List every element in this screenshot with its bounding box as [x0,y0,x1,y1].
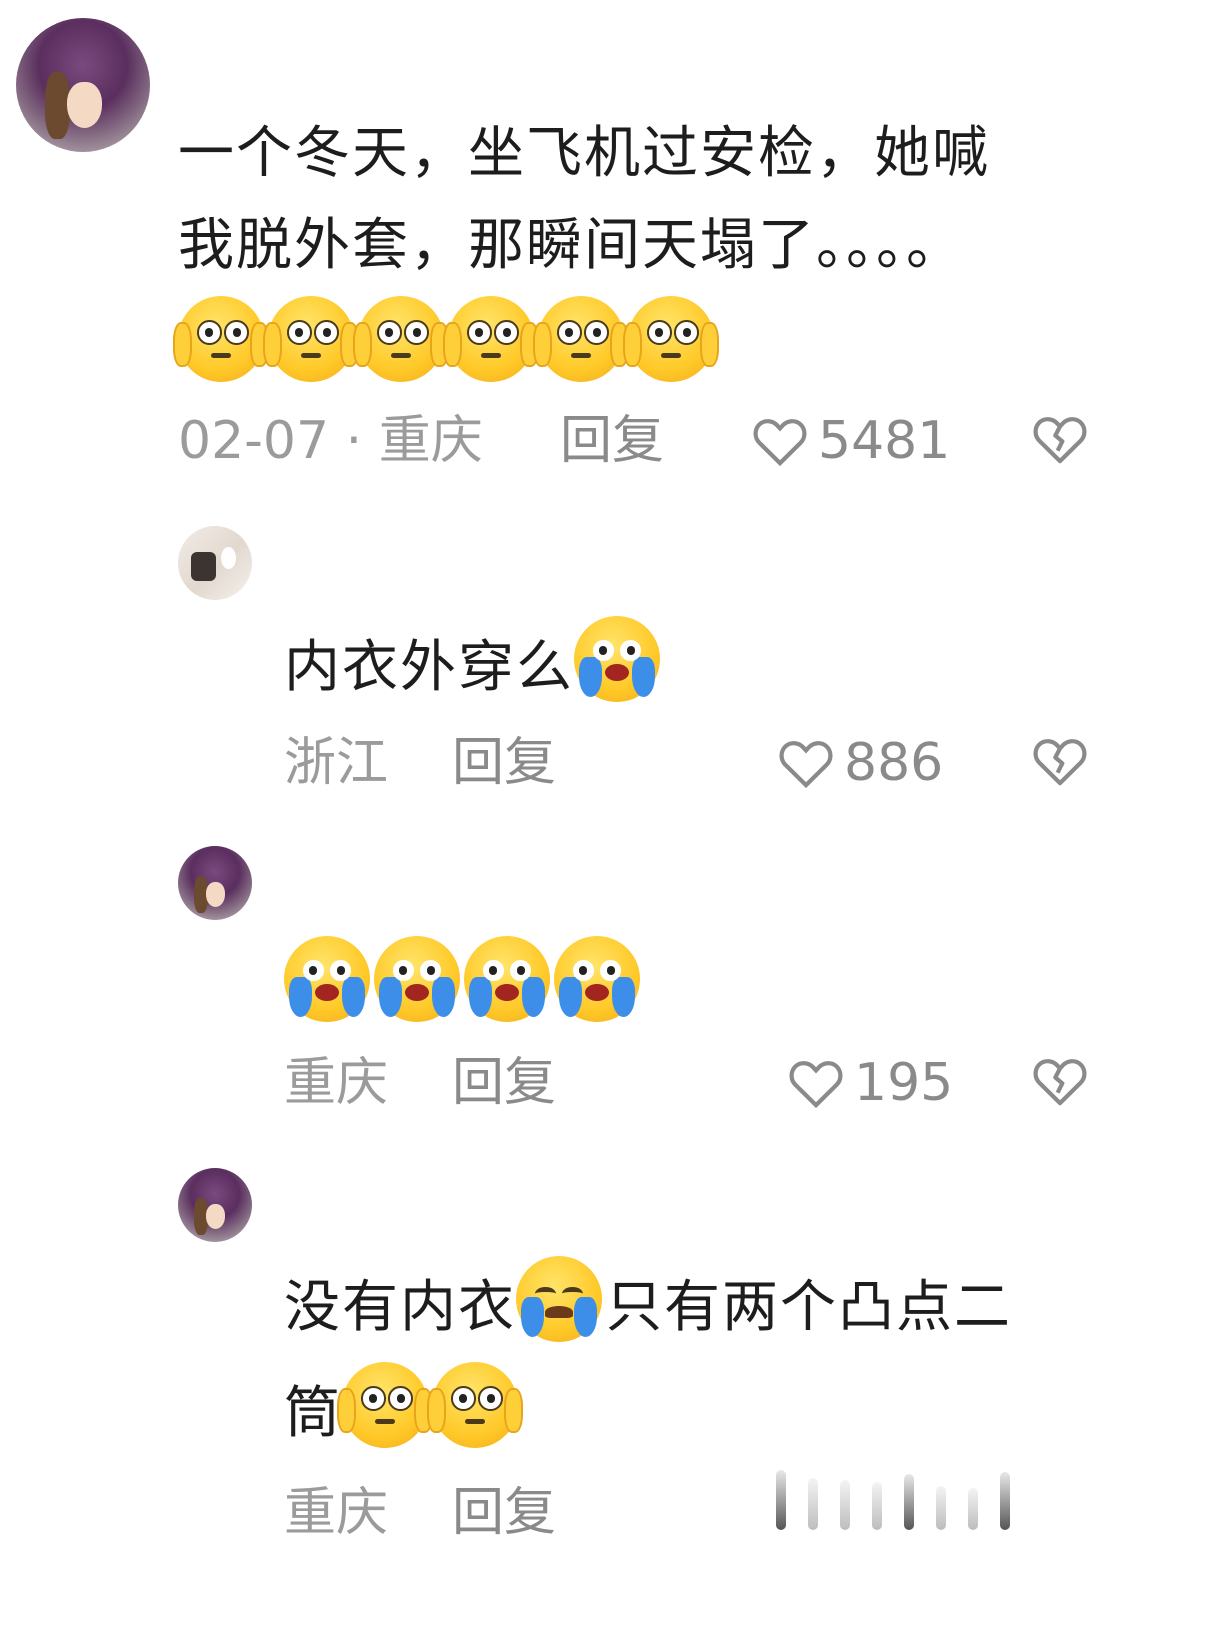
reply-button[interactable]: 回复 [452,1048,556,1118]
peek-eyes-emoji [352,296,450,382]
comment-text-part-2: 只有两个凸点二 [606,1275,1012,1340]
comment-location: 重庆 [284,1053,389,1113]
like-button[interactable]: 886 [778,728,943,798]
comment-text-line-1: 没有内衣 只有两个凸点二 [284,1256,1184,1354]
reply-button[interactable]: 回复 [560,406,664,476]
crying-laugh-emoji [374,936,460,1022]
comment-location: 浙江 [284,733,389,793]
comment-meta: 02-07 · 重庆 [178,406,483,476]
peek-eyes-emoji [172,296,270,382]
like-count: 5481 [818,411,951,471]
broken-heart-icon[interactable] [1032,412,1088,466]
avatar-figure [220,546,236,569]
comment-text: 没有内衣 只有两个凸点二 筒 [284,1256,1184,1460]
comment-text-body: 内衣外穿么 [284,635,574,700]
watermark-bars [776,1470,1010,1530]
avatar[interactable] [16,18,150,152]
avatar-hair [45,71,70,139]
heart-icon [753,419,807,467]
reply-button[interactable]: 回复 [452,728,556,798]
comment-date: 02-07 [178,411,330,471]
comment-text-part-3: 筒 [284,1381,342,1446]
avatar-piano [191,551,217,582]
peek-eyes-emoji [336,1362,434,1448]
avatar[interactable] [178,1168,252,1242]
comment-text: 一个冬天，坐飞机过安检，她喊 我脱外套，那瞬间天塌了。。。。 [172,108,1188,388]
comment-text-line-2: 我脱外套，那瞬间天塌了。。。。 [178,213,964,278]
like-count: 195 [854,1053,954,1113]
avatar[interactable] [178,526,252,600]
peek-eyes-emoji [622,296,720,382]
comment-text-part-1: 没有内衣 [284,1275,516,1340]
avatar[interactable] [178,846,252,920]
like-count: 886 [844,733,944,793]
peek-eyes-emoji [442,296,540,382]
comment-location: 重庆 [284,1483,389,1543]
comment-text: 内衣外穿么 [284,616,1184,714]
avatar-face [66,82,102,128]
like-button[interactable]: 5481 [752,406,950,476]
emoji-row [284,936,1184,1034]
avatar-face [206,1203,226,1229]
broken-heart-icon[interactable] [1032,1054,1088,1108]
reply-button[interactable]: 回复 [452,1478,556,1548]
peek-eyes-emoji [262,296,360,382]
peek-eyes-emoji [532,296,630,382]
comment-text-line-1: 一个冬天，坐飞机过安检，她喊 [178,121,990,186]
comment-text-line-2: 筒 [284,1362,1184,1460]
crying-laugh-emoji [574,616,660,702]
meta-separator: · [345,411,379,471]
crying-laugh-emoji [464,936,550,1022]
broken-heart-icon[interactable] [1032,734,1088,788]
heart-icon [779,741,833,789]
avatar-face [206,881,226,907]
sobbing-emoji [516,1256,602,1342]
crying-laugh-emoji [554,936,640,1022]
crying-laugh-emoji [284,936,370,1022]
like-button[interactable]: 195 [788,1048,953,1118]
comment-location: 重庆 [378,411,483,471]
peek-eyes-emoji [426,1362,524,1448]
heart-icon [789,1061,843,1109]
emoji-row [172,296,1188,388]
